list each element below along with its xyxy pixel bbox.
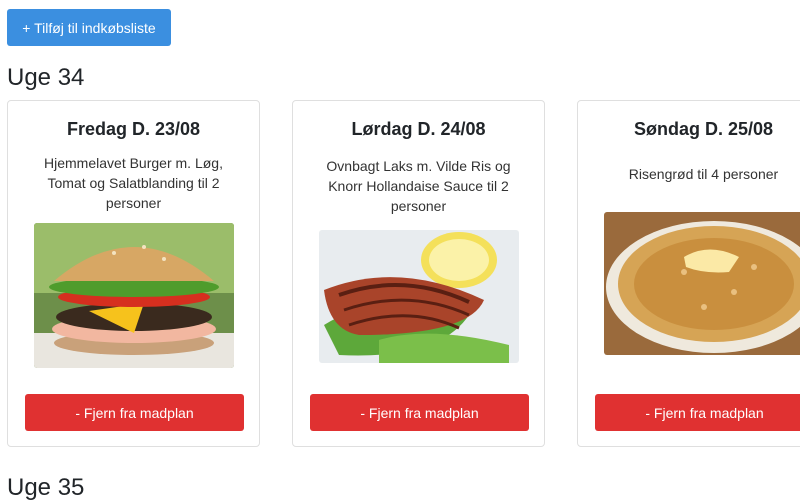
- add-to-shopping-list-button[interactable]: + Tilføj til indkøbsliste: [7, 9, 171, 46]
- meal-description: Hjemmelavet Burger m. Løg, Tomat og Sala…: [44, 155, 223, 211]
- burger-image: [34, 223, 234, 368]
- meal-day: Fredag D. 23/08: [66, 119, 201, 139]
- week-title: Uge 35: [7, 474, 85, 501]
- remove-from-meal-plan-button[interactable]: - Fjern fra madplan: [25, 394, 244, 431]
- meal-day: Lørdag D. 24/08: [351, 119, 486, 139]
- meal-description: Risengrød til 4 personer: [628, 166, 779, 182]
- meal-description: Ovnbagt Laks m. Vilde Ris og Knorr Holla…: [326, 158, 511, 214]
- remove-from-meal-plan-button[interactable]: - Fjern fra madplan: [595, 394, 800, 431]
- rice-porridge-image: [604, 212, 800, 355]
- meal-card-friday: Fredag D. 23/08 Hjemmelavet Burger m. Lø…: [7, 100, 260, 447]
- meal-card-sunday: Søndag D. 25/08 Risengrød til 4 personer…: [577, 100, 800, 447]
- remove-from-meal-plan-button[interactable]: - Fjern fra madplan: [310, 394, 529, 431]
- meal-day: Søndag D. 25/08: [633, 119, 774, 139]
- salmon-image: [319, 230, 519, 363]
- week-title: Uge 34: [7, 64, 85, 91]
- meal-card-saturday: Lørdag D. 24/08 Ovnbagt Laks m. Vilde Ri…: [292, 100, 545, 447]
